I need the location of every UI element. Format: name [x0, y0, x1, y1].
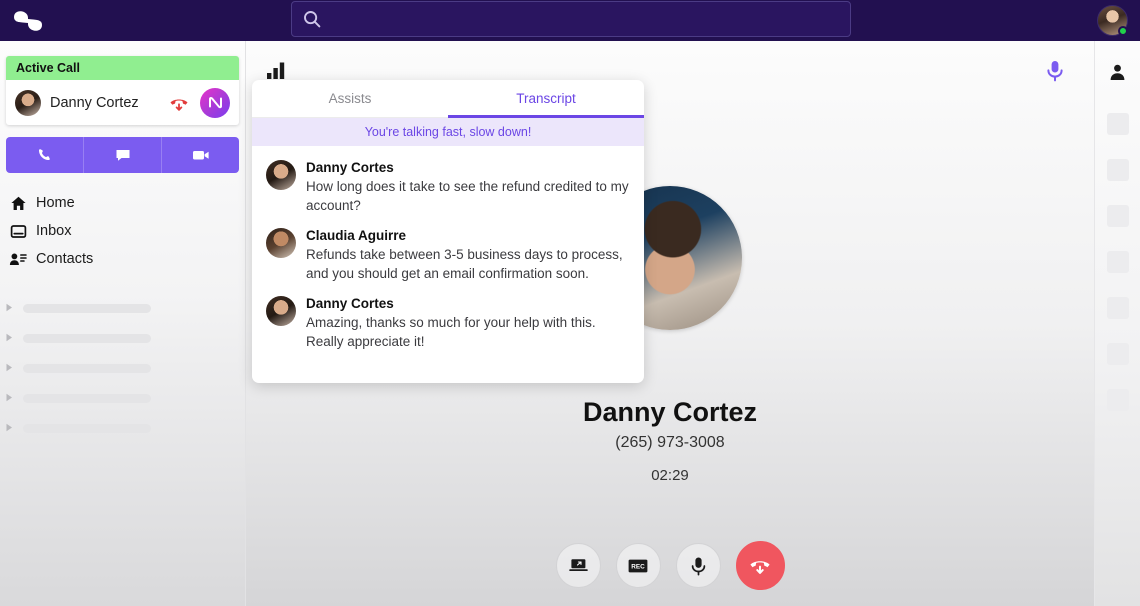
message-speaker: Claudia Aguirre: [306, 228, 407, 243]
chevron-right-icon: [5, 359, 14, 377]
sidebar-item-label: Home: [36, 195, 75, 211]
call-action-bar: [6, 137, 239, 173]
top-bar: [0, 0, 1140, 41]
sidebar-item-label: Inbox: [36, 223, 72, 239]
rec-icon: REC: [628, 559, 648, 572]
caller-phone: (265) 973-3008: [615, 434, 725, 451]
placeholder-bar: [23, 363, 151, 373]
call-controls: REC: [246, 541, 1094, 590]
sidebar-placeholder-list: [0, 293, 245, 443]
avatar: [266, 228, 296, 258]
placeholder-bar: [23, 393, 151, 403]
inbox-icon: [9, 222, 27, 240]
hangup-icon: [750, 560, 770, 574]
laptop-screen-icon: [568, 559, 588, 571]
panel-tabs: Assists Transcript: [252, 80, 644, 118]
search-icon: [302, 9, 322, 29]
active-call-row[interactable]: Danny Cortez: [6, 80, 239, 125]
placeholder-bar: [23, 333, 151, 343]
app-logo[interactable]: [0, 10, 56, 32]
contacts-icon: [9, 250, 27, 268]
user-avatar[interactable]: [1097, 5, 1128, 36]
transcript-message: Danny Cortes Amazing, thanks so much for…: [266, 296, 630, 351]
speech-pace-alert: You're talking fast, slow down!: [252, 118, 644, 146]
online-status-indicator: [1118, 26, 1128, 36]
message-text: How long does it take to see the refund …: [306, 179, 629, 213]
message-button[interactable]: [84, 137, 162, 173]
placeholder-tile: [1106, 251, 1129, 273]
transcript-message: Danny Cortes How long does it take to se…: [266, 160, 630, 215]
chevron-right-icon: [5, 299, 14, 317]
chat-bubbles-logo-icon: [14, 10, 42, 31]
sidebar-nav: Home Inbox Contacts: [0, 189, 245, 273]
tab-transcript[interactable]: Transcript: [448, 80, 644, 118]
chevron-right-icon: [5, 419, 14, 437]
placeholder-tile: [1106, 389, 1129, 411]
video-button[interactable]: [162, 137, 239, 173]
search-container: [291, 1, 851, 37]
list-item[interactable]: [5, 413, 245, 443]
left-sidebar: Active Call Danny Cortez Home Inbox Cont…: [0, 41, 246, 606]
active-call-contact-name: Danny Cortez: [50, 94, 139, 111]
end-call-button[interactable]: [735, 541, 785, 590]
call-center-app: Active Call Danny Cortez Home Inbox Cont…: [0, 0, 1140, 606]
search-box[interactable]: [291, 1, 851, 37]
sidebar-item-contacts[interactable]: Contacts: [9, 245, 245, 273]
transcript-messages: Danny Cortes How long does it take to se…: [252, 146, 644, 374]
message-speaker: Danny Cortes: [306, 296, 394, 311]
home-icon: [9, 194, 27, 212]
avatar: [266, 296, 296, 326]
list-item[interactable]: [5, 383, 245, 413]
chat-icon: [116, 150, 129, 161]
message-text: Amazing, thanks so much for your help wi…: [306, 315, 596, 349]
transcript-panel: Assists Transcript You're talking fast, …: [252, 80, 644, 383]
placeholder-bar: [23, 423, 151, 433]
right-rail: [1094, 41, 1140, 606]
list-item[interactable]: [5, 323, 245, 353]
microphone-icon[interactable]: [1044, 59, 1066, 88]
phone-icon: [39, 148, 50, 160]
call-timer: 02:29: [651, 467, 689, 484]
placeholder-tile: [1106, 297, 1129, 319]
tab-assists[interactable]: Assists: [252, 80, 448, 117]
person-icon[interactable]: [1108, 63, 1127, 87]
sidebar-item-label: Contacts: [36, 251, 94, 267]
placeholder-tile: [1106, 205, 1129, 227]
message-text: Refunds take between 3-5 business days t…: [306, 247, 623, 281]
screen-share-button[interactable]: [555, 543, 601, 588]
sidebar-item-home[interactable]: Home: [9, 189, 245, 217]
video-icon: [192, 151, 209, 160]
microphone-icon: [691, 557, 705, 575]
hangup-icon[interactable]: [167, 91, 191, 115]
call-button[interactable]: [6, 137, 84, 173]
avatar: [15, 89, 41, 116]
placeholder-tile: [1106, 113, 1129, 135]
active-call-banner: Active Call: [6, 56, 239, 80]
list-item[interactable]: [5, 353, 245, 383]
placeholder-bar: [23, 303, 151, 313]
transcript-message: Claudia Aguirre Refunds take between 3-5…: [266, 228, 630, 283]
sidebar-item-inbox[interactable]: Inbox: [9, 217, 245, 245]
svg-text:REC: REC: [631, 563, 645, 570]
list-item[interactable]: [5, 293, 245, 323]
search-input[interactable]: [329, 11, 840, 27]
active-call-card: Active Call Danny Cortez: [6, 56, 239, 125]
avatar: [266, 160, 296, 190]
caller-name: Danny Cortez: [582, 397, 758, 427]
chevron-right-icon: [5, 389, 14, 407]
placeholder-tile: [1106, 343, 1129, 365]
message-speaker: Danny Cortes: [306, 160, 394, 175]
record-button[interactable]: REC: [615, 543, 661, 588]
chevron-right-icon: [5, 329, 14, 347]
wave-badge-icon[interactable]: [200, 87, 230, 118]
placeholder-tile: [1106, 159, 1129, 181]
mute-button[interactable]: [675, 543, 721, 588]
